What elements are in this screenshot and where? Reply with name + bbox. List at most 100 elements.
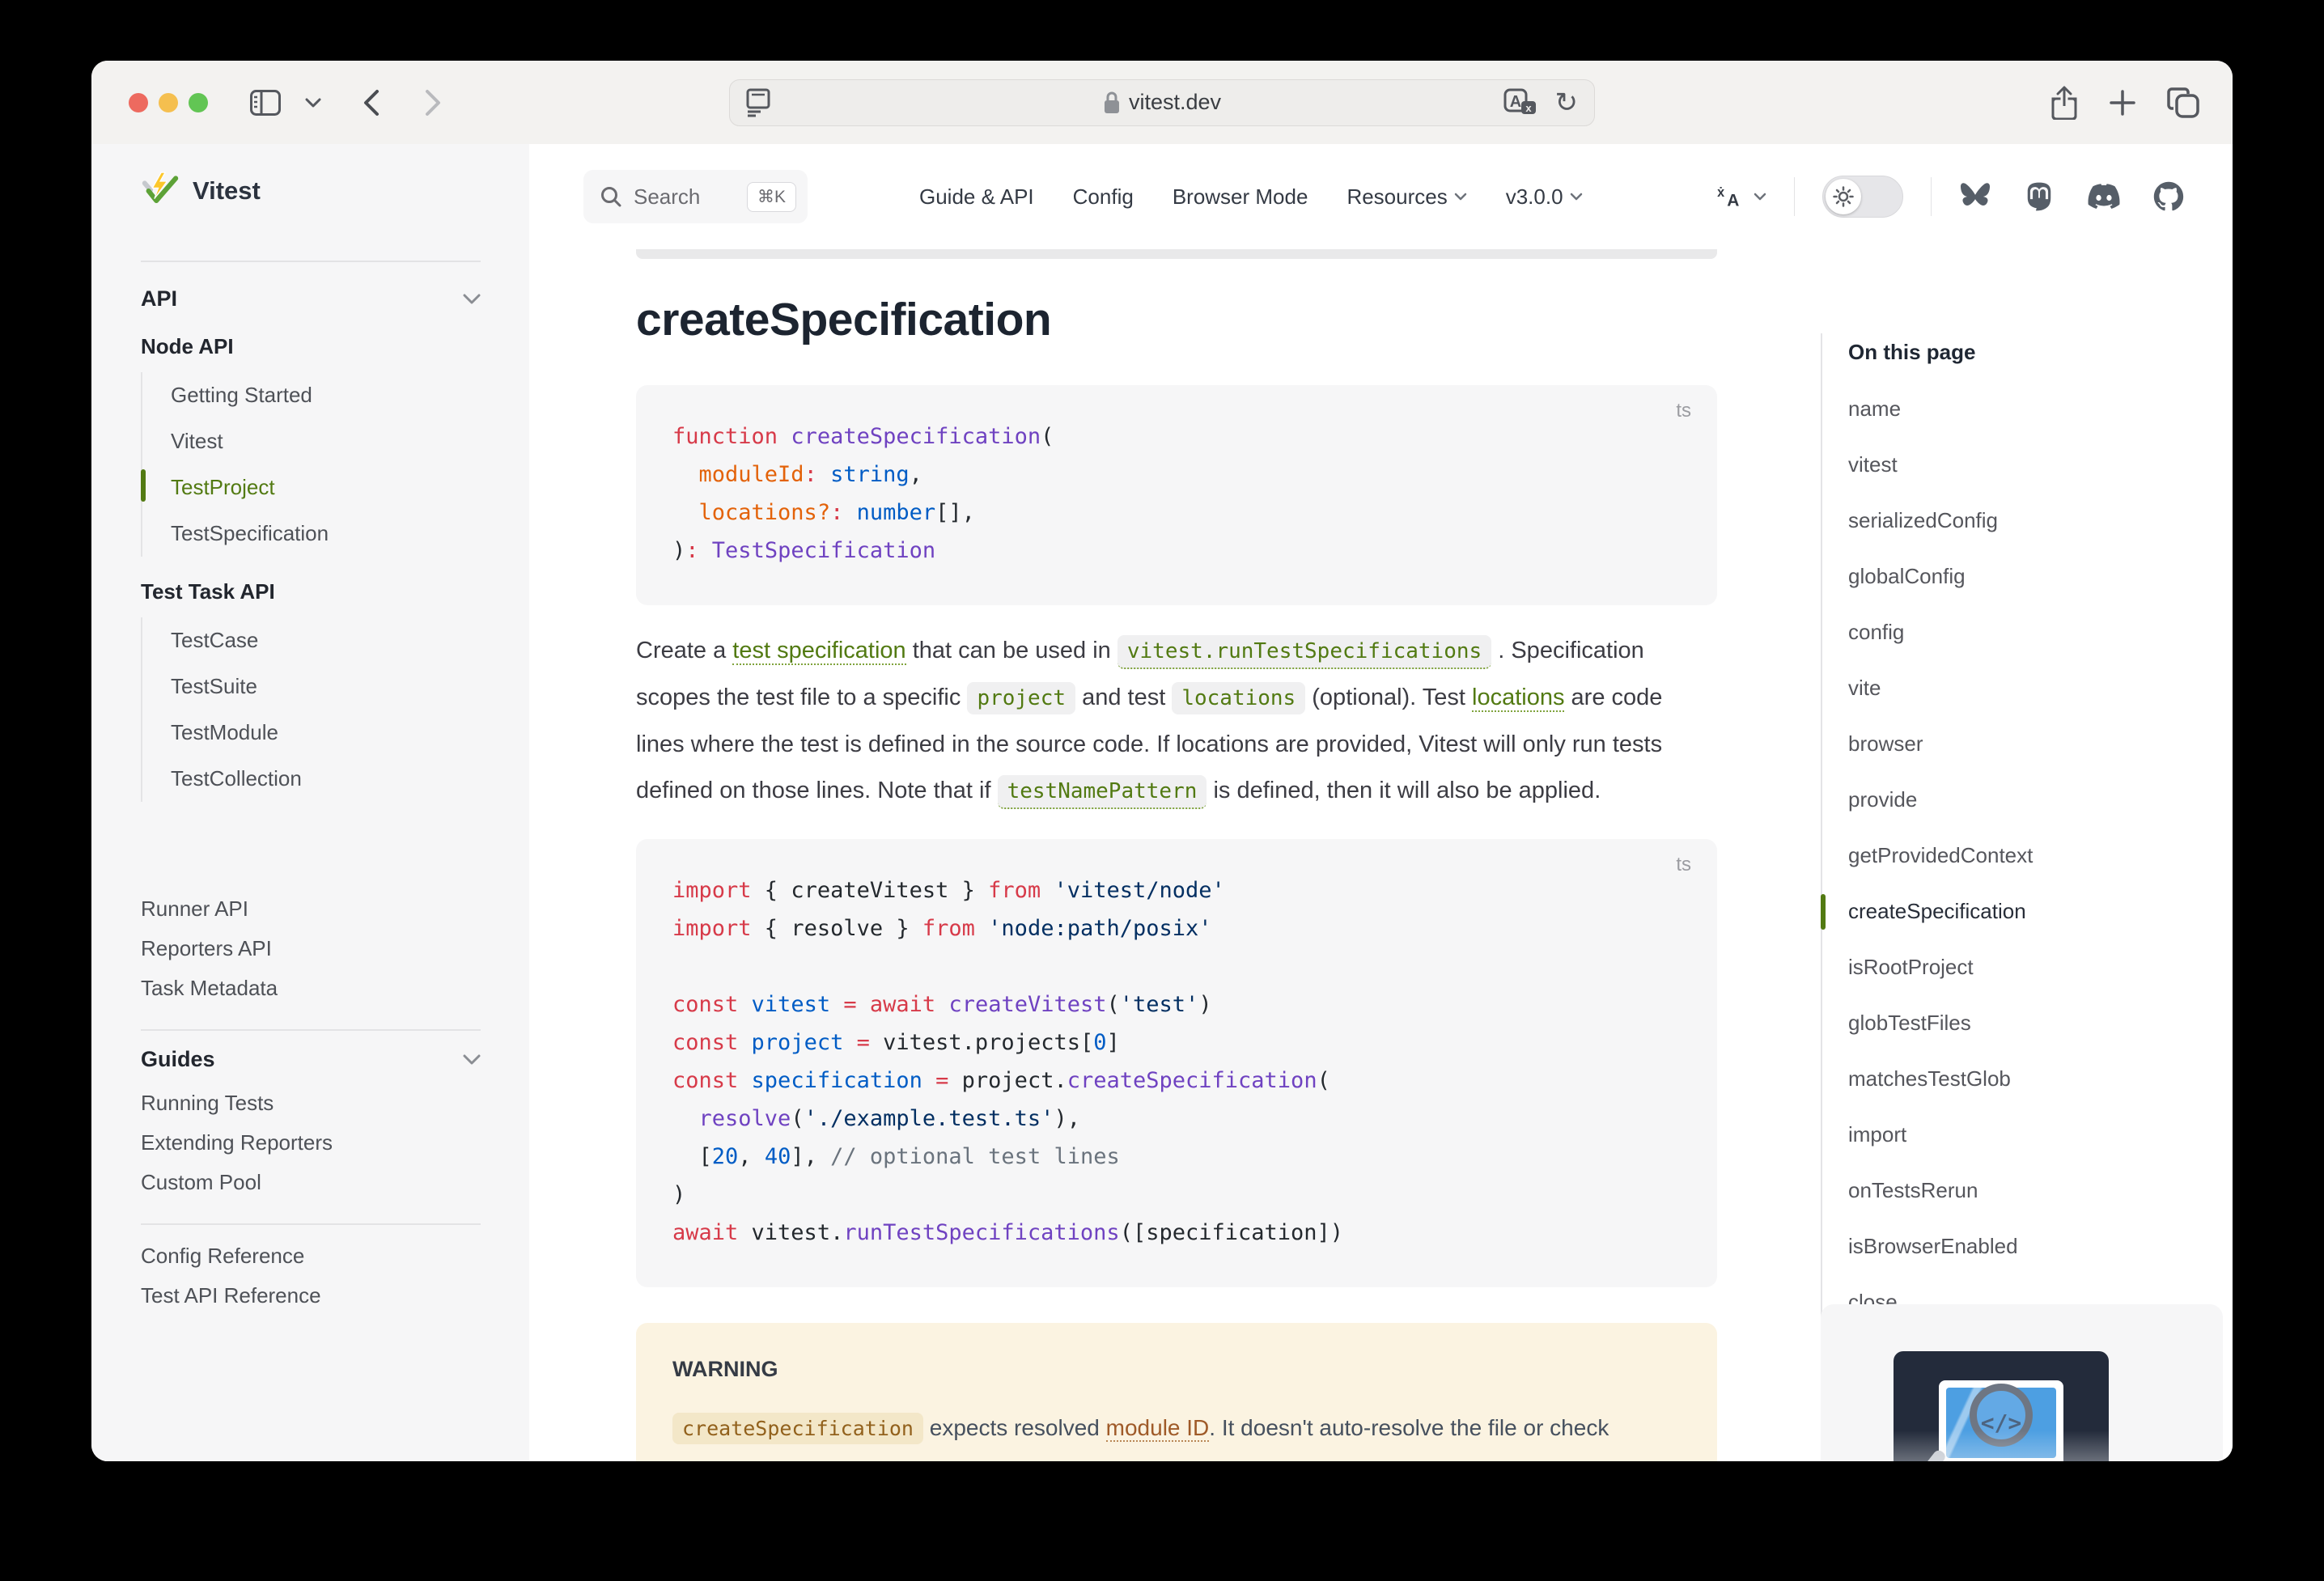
- theme-toggle[interactable]: [1822, 176, 1903, 218]
- inline-code-link[interactable]: vitest.runTestSpecifications: [1117, 635, 1491, 669]
- sidebar-item[interactable]: Config Reference: [141, 1236, 529, 1276]
- sidebar-item[interactable]: TestSpecification: [142, 511, 529, 557]
- share-icon[interactable]: [2050, 86, 2078, 120]
- sidebar-item[interactable]: Vitest: [142, 418, 529, 464]
- nav-link-config[interactable]: Config: [1073, 184, 1134, 210]
- sidebar-item[interactable]: TestModule: [142, 710, 529, 756]
- mastodon-icon[interactable]: [2024, 181, 2055, 212]
- toc-item[interactable]: name: [1848, 381, 2225, 437]
- inline-link[interactable]: locations: [1472, 685, 1564, 712]
- reader-view-icon[interactable]: [746, 88, 770, 117]
- nav-link-resources[interactable]: Resources: [1346, 184, 1466, 210]
- discord-icon[interactable]: [2087, 183, 2121, 210]
- toc-item[interactable]: vitest: [1848, 437, 2225, 493]
- sidebar-item[interactable]: TestCase: [142, 617, 529, 663]
- code-token: (: [1317, 1068, 1330, 1093]
- sidebar-item[interactable]: Runner API: [141, 889, 529, 929]
- sidebar-guides-list: Running TestsExtending ReportersCustom P…: [141, 1083, 529, 1202]
- chevron-down-icon[interactable]: [463, 294, 481, 304]
- toc-item[interactable]: serializedConfig: [1848, 493, 2225, 549]
- close-window-button[interactable]: [129, 93, 148, 112]
- address-bar[interactable]: vitest.dev Ax ↻: [729, 79, 1595, 126]
- search-button[interactable]: Search ⌘K: [583, 170, 808, 223]
- sidebar-chevron-icon[interactable]: [305, 98, 321, 108]
- sidebar-item[interactable]: Running Tests: [141, 1083, 529, 1123]
- sidebar-section-api[interactable]: API: [141, 286, 481, 312]
- toc-item[interactable]: vite: [1848, 660, 2225, 716]
- site-logo[interactable]: Vitest: [141, 167, 529, 215]
- sidebar-item[interactable]: Extending Reporters: [141, 1123, 529, 1163]
- language-menu[interactable]: ẋA: [1715, 182, 1766, 211]
- minimize-window-button[interactable]: [159, 93, 178, 112]
- nav-link-version[interactable]: v3.0.0: [1506, 184, 1583, 210]
- inline-code-link[interactable]: testNamePattern: [998, 775, 1207, 809]
- sidebar-item[interactable]: Test API Reference: [141, 1276, 529, 1316]
- sidebar-item[interactable]: Reporters API: [141, 929, 529, 969]
- toc-item[interactable]: matchesTestGlob: [1848, 1051, 2225, 1107]
- inline-link[interactable]: module ID: [1106, 1415, 1210, 1442]
- warning-body: createSpecification expects resolved mod…: [672, 1406, 1681, 1451]
- code-token: [738, 1030, 751, 1055]
- github-icon[interactable]: [2153, 181, 2184, 212]
- search-shortcut-badge: ⌘K: [747, 182, 796, 212]
- toc-item[interactable]: import: [1848, 1107, 2225, 1163]
- back-button[interactable]: [363, 89, 380, 117]
- sidebar-group-task-api[interactable]: Test Task API: [141, 579, 529, 604]
- code-line: moduleId: string,: [672, 456, 1681, 494]
- code-token: './example.test.ts': [804, 1106, 1054, 1131]
- code-token: [935, 992, 948, 1017]
- sidebar-item[interactable]: Custom Pool: [141, 1163, 529, 1202]
- code-token: =: [857, 1030, 870, 1055]
- toc-item[interactable]: provide: [1848, 772, 2225, 828]
- code-token: ],: [791, 1144, 830, 1169]
- inline-link[interactable]: test specification: [732, 638, 905, 665]
- translate-icon[interactable]: Ax: [1503, 88, 1537, 117]
- sidebar-item-active[interactable]: TestProject: [142, 464, 529, 511]
- vitest-logo-icon: [141, 172, 180, 210]
- example-code-block[interactable]: ts import { createVitest } from 'vitest/…: [636, 839, 1717, 1287]
- toc-item[interactable]: globTestFiles: [1848, 995, 2225, 1051]
- reload-icon[interactable]: ↻: [1555, 89, 1579, 117]
- bluesky-icon[interactable]: [1959, 182, 1991, 211]
- code-line: import { resolve } from 'node:path/posix…: [672, 909, 1681, 947]
- toc-item[interactable]: getProvidedContext: [1848, 828, 2225, 884]
- code-token: 0: [1093, 1030, 1106, 1055]
- toc-item[interactable]: config: [1848, 604, 2225, 660]
- sidebar-divider: [141, 1029, 481, 1031]
- sidebar-item[interactable]: TestCollection: [142, 756, 529, 802]
- toc-item[interactable]: isBrowserEnabled: [1848, 1219, 2225, 1274]
- text-segment: is defined, then it will also be applied…: [1207, 778, 1601, 803]
- sponsor-card[interactable]: </>: [1821, 1304, 2223, 1461]
- nav-link-guide-api[interactable]: Guide & API: [919, 184, 1034, 210]
- tab-overview-icon[interactable]: [2167, 87, 2199, 118]
- toc-item[interactable]: globalConfig: [1848, 549, 2225, 604]
- toc-item[interactable]: isRootProject: [1848, 939, 2225, 995]
- sidebar-item[interactable]: Task Metadata: [141, 969, 529, 1008]
- forward-button[interactable]: [425, 89, 441, 117]
- nav-link-browser-mode[interactable]: Browser Mode: [1173, 184, 1308, 210]
- sidebar-item[interactable]: Getting Started: [142, 372, 529, 418]
- chevron-down-icon[interactable]: [463, 1054, 481, 1065]
- code-line: ): TestSpecification: [672, 532, 1681, 570]
- code-content: function createSpecification( moduleId: …: [672, 418, 1681, 570]
- code-token: number: [857, 500, 936, 525]
- inline-code: createSpecification: [672, 1413, 923, 1444]
- nav-link-label: v3.0.0: [1506, 184, 1563, 210]
- sidebar-group-node-api[interactable]: Node API: [141, 334, 529, 359]
- code-line: locations?: number[],: [672, 494, 1681, 532]
- code-token: (: [1041, 424, 1054, 449]
- sidebar-toggle-icon[interactable]: [250, 90, 281, 116]
- code-token: ,: [910, 462, 922, 487]
- toc-item[interactable]: browser: [1848, 716, 2225, 772]
- toc-item[interactable]: onTestsRerun: [1848, 1163, 2225, 1219]
- url-text[interactable]: vitest.dev: [1129, 90, 1221, 115]
- text-segment: that can be used in: [906, 638, 1117, 663]
- sidebar-section-guides[interactable]: Guides: [141, 1047, 481, 1072]
- new-tab-icon[interactable]: [2109, 89, 2136, 117]
- text-segment: and test: [1075, 685, 1172, 710]
- chevron-down-icon: [1454, 193, 1467, 201]
- toc-item-active[interactable]: createSpecification: [1848, 884, 2225, 939]
- zoom-window-button[interactable]: [189, 93, 208, 112]
- sidebar-item[interactable]: TestSuite: [142, 663, 529, 710]
- signature-code-block[interactable]: ts function createSpecification( moduleI…: [636, 385, 1717, 605]
